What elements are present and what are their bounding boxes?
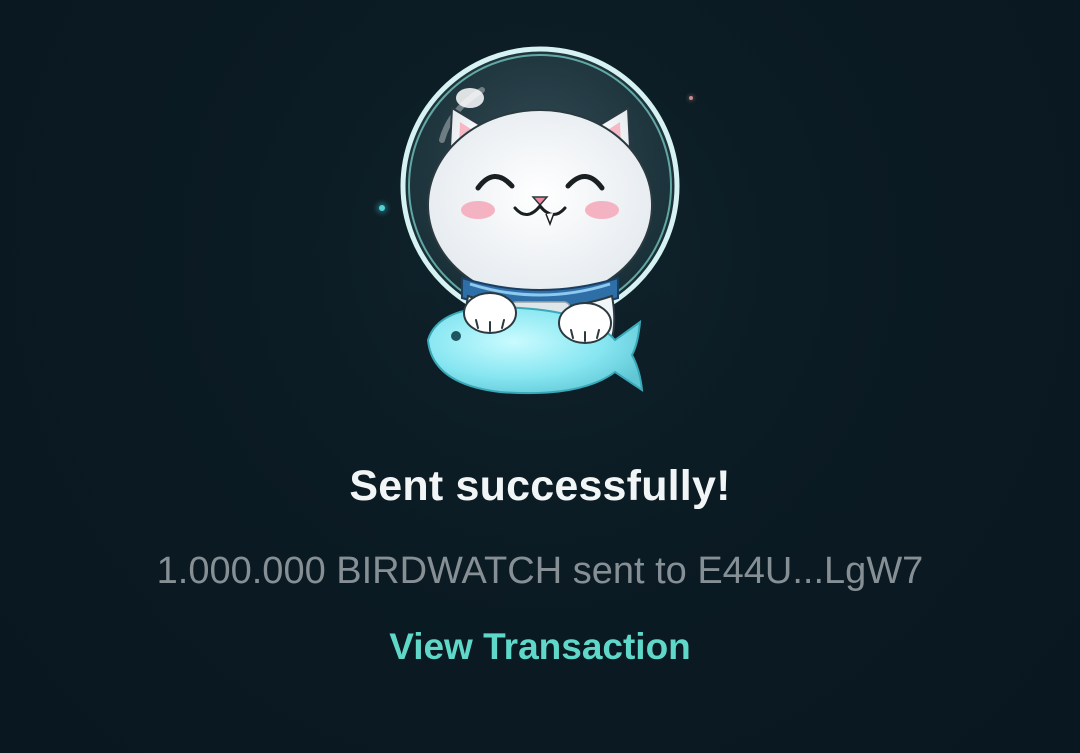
view-transaction-link[interactable]: View Transaction [370,622,710,672]
transfer-summary: 1.000.000 BIRDWATCH sent to E44U...LgW7 [156,550,924,592]
astronaut-cat-illustration [380,46,700,400]
success-screen: Sent successfully! 1.000.000 BIRDWATCH s… [0,0,1080,753]
success-title: Sent successfully! [349,462,731,510]
